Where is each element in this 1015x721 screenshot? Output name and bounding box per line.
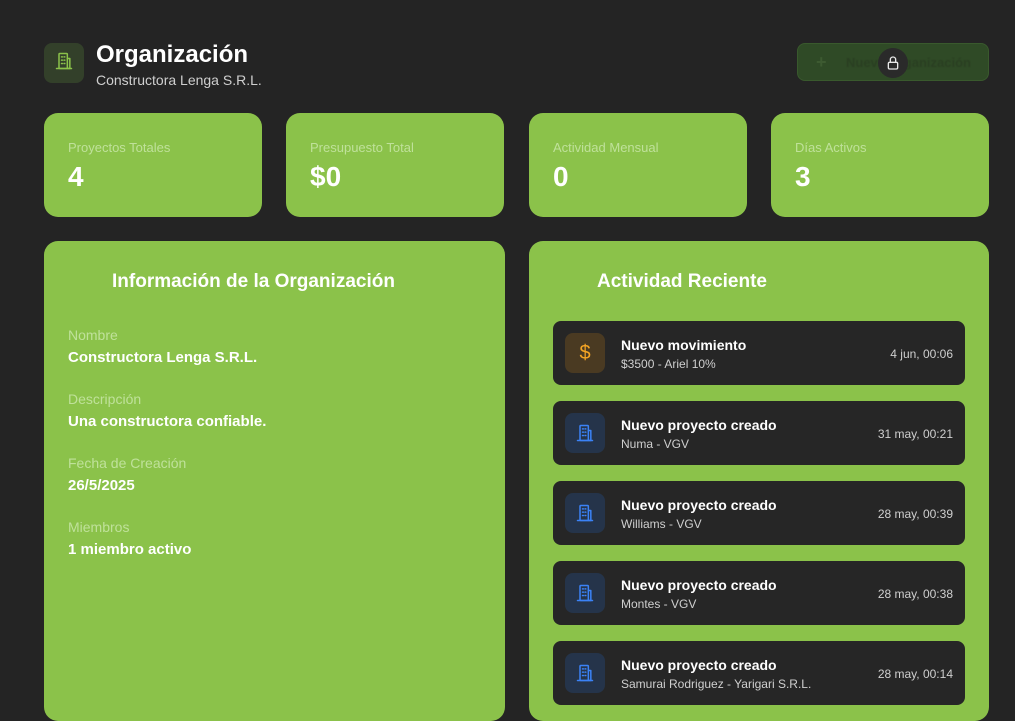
- field-label-name: Nombre: [68, 327, 118, 343]
- building-icon: [54, 51, 74, 76]
- activity-item[interactable]: Nuevo proyecto creado Montes - VGV 28 ma…: [553, 561, 965, 625]
- building-icon: [565, 413, 605, 453]
- activity-subtitle: Montes - VGV: [621, 597, 697, 611]
- page-subtitle: Constructora Lenga S.R.L.: [96, 72, 262, 88]
- stats-row: Proyectos Totales 4 Presupuesto Total $0…: [44, 113, 989, 217]
- stat-label: Proyectos Totales: [68, 140, 171, 155]
- activity-time: 4 jun, 00:06: [890, 347, 953, 361]
- stat-card-monthly-activity: Actividad Mensual 0: [529, 113, 747, 217]
- activity-title: Nuevo proyecto creado: [621, 497, 777, 513]
- field-value-members: 1 miembro activo: [68, 541, 192, 558]
- organization-info-panel: Información de la Organización Nombre Co…: [44, 241, 505, 721]
- stat-label: Días Activos: [795, 140, 867, 155]
- activity-title: Nuevo movimiento: [621, 337, 747, 353]
- stat-value: $0: [310, 161, 342, 192]
- stat-value: 0: [553, 161, 569, 192]
- dollar-icon: $: [565, 333, 605, 373]
- field-label-created: Fecha de Creación: [68, 455, 187, 471]
- field-value-name: Constructora Lenga S.R.L.: [68, 349, 258, 366]
- activity-item[interactable]: Nuevo proyecto creado Samurai Rodriguez …: [553, 641, 965, 705]
- activity-time: 28 may, 00:39: [877, 507, 953, 521]
- activity-time: 28 may, 00:14: [877, 667, 953, 681]
- activity-title: Nuevo proyecto creado: [621, 417, 777, 433]
- building-icon: [565, 493, 605, 533]
- activity-title: Nuevo proyecto creado: [621, 577, 777, 593]
- new-organization-button[interactable]: + Nueva Organización: [797, 43, 989, 81]
- activity-subtitle: Samurai Rodriguez - Yarigari S.R.L.: [621, 677, 812, 691]
- stat-label: Presupuesto Total: [310, 140, 414, 155]
- building-icon: [565, 653, 605, 693]
- lock-icon: [878, 48, 908, 78]
- stat-card-budget: Presupuesto Total $0: [286, 113, 504, 217]
- stat-label: Actividad Mensual: [553, 140, 659, 155]
- activity-item[interactable]: $ Nuevo movimiento $3500 - Ariel 10% 4 j…: [553, 321, 965, 385]
- activity-item[interactable]: Nuevo proyecto creado Numa - VGV 31 may,…: [553, 401, 965, 465]
- plus-icon: +: [816, 51, 827, 72]
- stat-value: 3: [795, 161, 811, 192]
- building-icon: [565, 573, 605, 613]
- field-value-description: Una constructora confiable.: [68, 413, 267, 430]
- panel-title: Actividad Reciente: [597, 271, 767, 292]
- activity-time: 31 may, 00:21: [877, 427, 953, 441]
- stat-card-active-days: Días Activos 3: [771, 113, 989, 217]
- activity-item[interactable]: Nuevo proyecto creado Williams - VGV 28 …: [553, 481, 965, 545]
- field-value-created: 26/5/2025: [68, 477, 135, 494]
- field-label-members: Miembros: [68, 519, 130, 535]
- recent-activity-panel: Actividad Reciente $ Nuevo movimiento $3…: [529, 241, 989, 721]
- activity-subtitle: Williams - VGV: [621, 517, 702, 531]
- page-title: Organización: [96, 41, 249, 68]
- page-header: Organización Constructora Lenga S.R.L. +…: [44, 41, 989, 89]
- panel-title: Información de la Organización: [112, 271, 395, 292]
- activity-title: Nuevo proyecto creado: [621, 657, 777, 673]
- activity-subtitle: $3500 - Ariel 10%: [621, 357, 716, 371]
- stat-card-projects: Proyectos Totales 4: [44, 113, 262, 217]
- organization-logo: [44, 43, 84, 83]
- new-organization-label: Nueva Organización: [846, 54, 971, 70]
- stat-value: 4: [68, 161, 84, 192]
- activity-time: 28 may, 00:38: [877, 587, 953, 601]
- activity-subtitle: Numa - VGV: [621, 437, 690, 451]
- field-label-description: Descripción: [68, 391, 142, 407]
